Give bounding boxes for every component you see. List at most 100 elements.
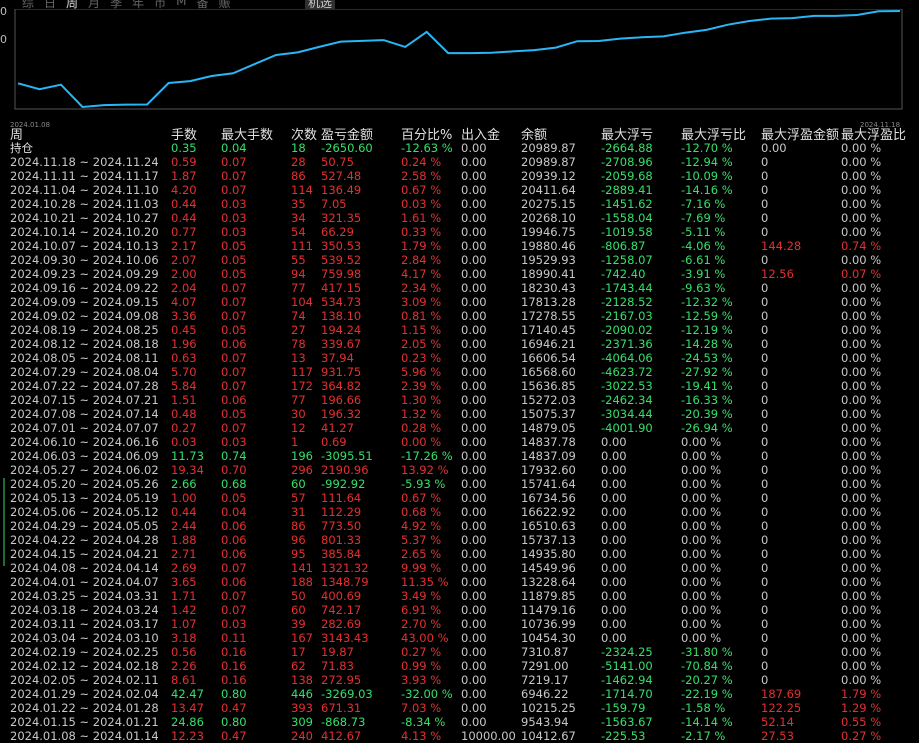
cell-io: 0.00 — [461, 561, 487, 575]
table-row[interactable]: 2024.11.11 ~ 2024.11.17 1.87 0.07 86 527.48 2… — [0, 169, 919, 183]
table-row[interactable]: 2024.04.22 ~ 2024.04.28 1.88 0.06 96 801.33 5… — [0, 533, 919, 547]
tab-2[interactable]: 周 — [64, 0, 80, 9]
table-row[interactable]: 2024.04.15 ~ 2024.04.21 2.71 0.06 95 385.84 2… — [0, 547, 919, 561]
cell-cnt: 296 — [291, 463, 313, 477]
table-row[interactable]: 2024.09.09 ~ 2024.09.15 4.07 0.07 104 534.73… — [0, 295, 919, 309]
cell-cnt: 39 — [291, 617, 306, 631]
curve-button[interactable]: 机选 — [305, 0, 336, 9]
tab-6[interactable]: 币 — [152, 0, 168, 9]
cell-io: 0.00 — [461, 253, 487, 267]
table-row[interactable]: 2024.01.22 ~ 2024.01.28 13.47 0.47 393 671.3… — [0, 701, 919, 715]
cell-fp: 0 — [761, 295, 769, 309]
cell-fpp: 0.00 % — [841, 449, 882, 463]
cell-fl: -2324.25 — [601, 645, 653, 659]
cell-fp: 0 — [761, 365, 769, 379]
cell-fpp: 0.00 % — [841, 183, 882, 197]
cell-pnl: 417.15 — [321, 281, 362, 295]
table-row[interactable]: 2024.04.01 ~ 2024.04.07 3.65 0.06 188 1348.7… — [0, 575, 919, 589]
table-row[interactable]: 2024.09.23 ~ 2024.09.29 2.00 0.05 94 759.98 4… — [0, 267, 919, 281]
table-row[interactable]: 2024.06.10 ~ 2024.06.16 0.03 0.03 1 0.69 0.00… — [0, 435, 919, 449]
tab-8[interactable]: 备 — [194, 0, 210, 9]
table-row[interactable]: 2024.03.25 ~ 2024.03.31 1.71 0.07 50 400.69 3… — [0, 589, 919, 603]
cell-io: 0.00 — [461, 211, 487, 225]
cell-max: 0.16 — [221, 673, 247, 687]
cell-bal: 16606.54 — [521, 351, 576, 365]
cell-pct: 3.09 % — [401, 295, 442, 309]
table-row[interactable]: 2024.10.28 ~ 2024.11.03 0.44 0.03 35 7.05 0.0… — [0, 197, 919, 211]
cell-fpp: 0.00 % — [841, 631, 882, 645]
cell-io: 0.00 — [461, 533, 487, 547]
table-row[interactable]: 2024.10.14 ~ 2024.10.20 0.77 0.03 54 66.29 0.… — [0, 225, 919, 239]
table-row[interactable]: 2024.10.07 ~ 2024.10.13 2.17 0.05 111 350.53… — [0, 239, 919, 253]
cell-max: 0.06 — [221, 337, 247, 351]
cell-flp: 0.00 % — [681, 491, 722, 505]
table-row[interactable]: 2024.01.08 ~ 2024.01.14 12.23 0.47 240 412.6… — [0, 729, 919, 743]
cell-d: 2024.04.08 ~ 2024.04.14 — [10, 561, 159, 575]
cell-max: 0.16 — [221, 659, 247, 673]
cell-fpp: 0.00 % — [841, 295, 882, 309]
table-row[interactable]: 2024.09.02 ~ 2024.09.08 3.36 0.07 74 138.10 0… — [0, 309, 919, 323]
cell-fp: 0 — [761, 589, 769, 603]
table-row[interactable]: 2024.02.05 ~ 2024.02.11 8.61 0.16 138 272.95… — [0, 673, 919, 687]
cell-d: 2024.09.09 ~ 2024.09.15 — [10, 295, 159, 309]
table-row[interactable]: 2024.07.01 ~ 2024.07.07 0.27 0.07 12 41.27 0.… — [0, 421, 919, 435]
tab-0[interactable]: 综 — [20, 0, 36, 9]
cell-fl: 0.00 — [601, 589, 627, 603]
cell-d: 2024.01.22 ~ 2024.01.28 — [10, 701, 159, 715]
cell-lot: 1.51 — [171, 393, 197, 407]
cell-fl: -1558.04 — [601, 211, 653, 225]
table-row[interactable]: 2024.06.03 ~ 2024.06.09 11.73 0.74 196 -3095… — [0, 449, 919, 463]
cell-pnl: 350.53 — [321, 239, 362, 253]
cell-max: 0.06 — [221, 519, 247, 533]
table-row[interactable]: 2024.07.22 ~ 2024.07.28 5.84 0.07 172 364.82… — [0, 379, 919, 393]
cell-cnt: 141 — [291, 561, 313, 575]
table-row[interactable]: 2024.08.05 ~ 2024.08.11 0.63 0.07 13 37.94 0.… — [0, 351, 919, 365]
table-row[interactable]: 2024.05.27 ~ 2024.06.02 19.34 0.70 296 2190.… — [0, 463, 919, 477]
cell-bal: 14549.96 — [521, 561, 576, 575]
cell-cnt: 172 — [291, 379, 313, 393]
cell-lot: 3.36 — [171, 309, 197, 323]
cell-io: 0.00 — [461, 351, 487, 365]
cell-flp: 0.00 % — [681, 519, 722, 533]
tab-5[interactable]: 年 — [130, 0, 146, 9]
cell-bal: 9543.94 — [521, 715, 569, 729]
table-row[interactable]: 2024.07.15 ~ 2024.07.21 1.51 0.06 77 196.66 1… — [0, 393, 919, 407]
table-row[interactable]: 2024.02.12 ~ 2024.02.18 2.26 0.16 62 71.83 0.… — [0, 659, 919, 673]
table-row[interactable]: 2024.03.18 ~ 2024.03.24 1.42 0.07 60 742.17 6… — [0, 603, 919, 617]
cell-fl: -806.87 — [601, 239, 646, 253]
table-row[interactable]: 2024.01.29 ~ 2024.02.04 42.47 0.80 446 -3269… — [0, 687, 919, 701]
tab-1[interactable]: 日 — [42, 0, 58, 9]
table-row[interactable]: 2024.08.19 ~ 2024.08.25 0.45 0.05 27 194.24 1… — [0, 323, 919, 337]
tab-7[interactable]: M — [174, 0, 188, 9]
table-row[interactable]: 2024.07.08 ~ 2024.07.14 0.48 0.05 30 196.32 1… — [0, 407, 919, 421]
cell-io: 0.00 — [461, 183, 487, 197]
table-row[interactable]: 2024.11.18 ~ 2024.11.24 0.59 0.07 28 50.75 0.… — [0, 155, 919, 169]
tab-4[interactable]: 季 — [108, 0, 124, 9]
table-row[interactable]: 2024.02.19 ~ 2024.02.25 0.56 0.16 17 19.87 0.… — [0, 645, 919, 659]
table-row[interactable]: 2024.05.06 ~ 2024.05.12 0.44 0.04 31 112.29 0… — [0, 505, 919, 519]
table-row[interactable]: 2024.11.04 ~ 2024.11.10 4.20 0.07 114 136.49… — [0, 183, 919, 197]
table-row[interactable]: 2024.05.13 ~ 2024.05.19 1.00 0.05 57 111.64 0… — [0, 491, 919, 505]
table-row[interactable]: 2024.09.16 ~ 2024.09.22 2.04 0.07 77 417.15 2… — [0, 281, 919, 295]
table-row[interactable]: 2024.09.30 ~ 2024.10.06 2.07 0.05 55 539.52 2… — [0, 253, 919, 267]
table-row[interactable]: 2024.07.29 ~ 2024.08.04 5.70 0.07 117 931.75… — [0, 365, 919, 379]
cell-pct: 0.33 % — [401, 225, 442, 239]
table-row[interactable]: 2024.04.29 ~ 2024.05.05 2.44 0.06 86 773.50 4… — [0, 519, 919, 533]
table-row[interactable]: 持仓 0.35 0.04 18 -2650.60 -12.63 % 0.00 20989.87… — [0, 141, 919, 155]
cell-d: 2024.01.29 ~ 2024.02.04 — [10, 687, 159, 701]
tab-3[interactable]: 月 — [86, 0, 102, 9]
cell-bal: 18230.43 — [521, 281, 576, 295]
table-row[interactable]: 2024.01.15 ~ 2024.01.21 24.86 0.80 309 -868.… — [0, 715, 919, 729]
cell-cnt: 167 — [291, 631, 313, 645]
table-row[interactable]: 2024.10.21 ~ 2024.10.27 0.44 0.03 34 321.35 1… — [0, 211, 919, 225]
table-row[interactable]: 2024.03.11 ~ 2024.03.17 1.07 0.03 39 282.69 2… — [0, 617, 919, 631]
cell-max: 0.07 — [221, 365, 247, 379]
table-row[interactable]: 2024.05.20 ~ 2024.05.26 2.66 0.68 60 -992.92… — [0, 477, 919, 491]
table-row[interactable]: 2024.08.12 ~ 2024.08.18 1.96 0.06 78 339.67 2… — [0, 337, 919, 351]
cell-fl: -159.79 — [601, 701, 646, 715]
table-row[interactable]: 2024.04.08 ~ 2024.04.14 2.69 0.07 141 1321.3… — [0, 561, 919, 575]
tab-9[interactable]: 赈 — [216, 0, 232, 9]
cell-bal: 13228.64 — [521, 575, 576, 589]
table-row[interactable]: 2024.03.04 ~ 2024.03.10 3.18 0.11 167 3143.4… — [0, 631, 919, 645]
cell-bal: 16510.63 — [521, 519, 576, 533]
